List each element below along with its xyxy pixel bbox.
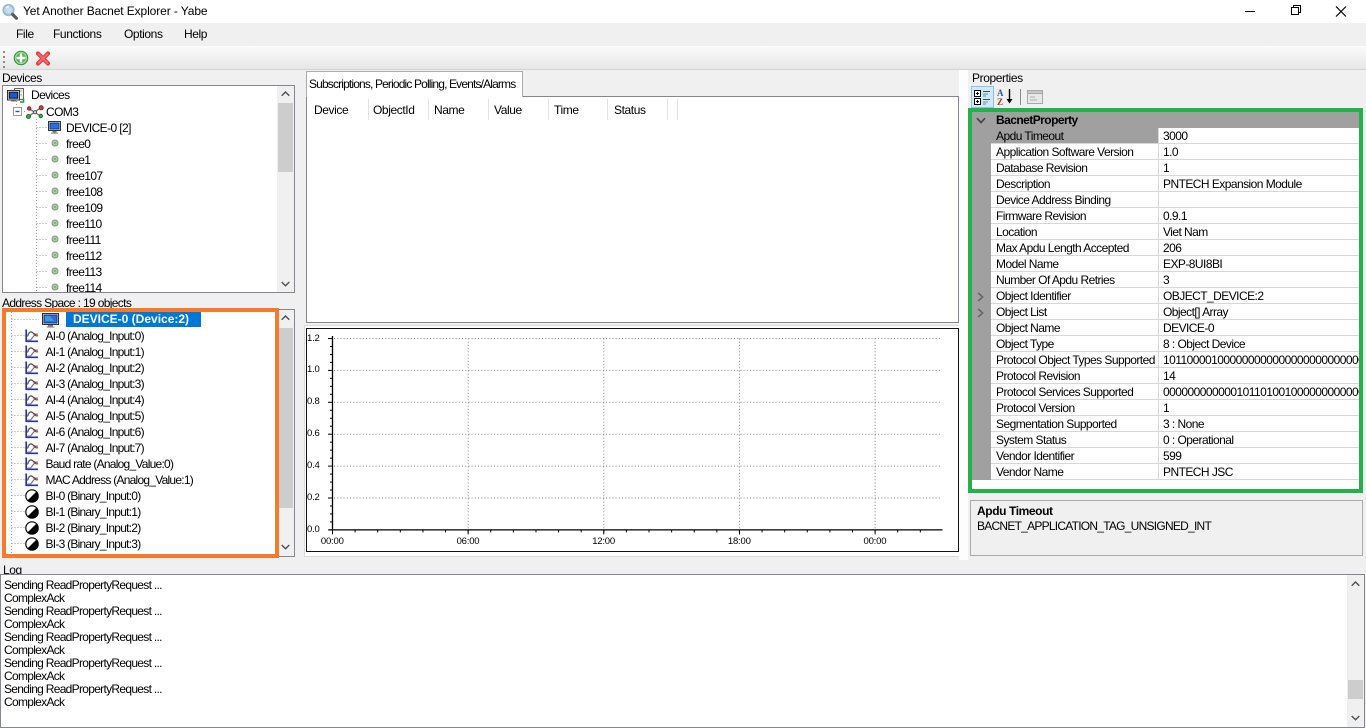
svg-text:Z: Z — [997, 97, 1003, 106]
